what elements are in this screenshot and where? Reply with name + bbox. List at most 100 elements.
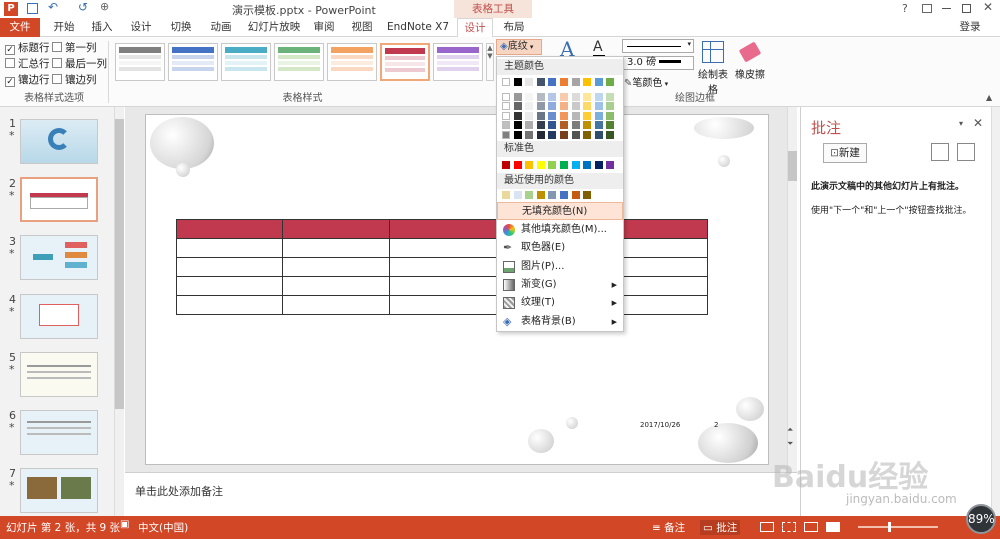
- standard-color-swatch[interactable]: [606, 161, 615, 169]
- slide-thumbnail-2-selected[interactable]: [20, 177, 98, 222]
- table-row[interactable]: [176, 238, 708, 258]
- spellcheck-icon[interactable]: ▣: [120, 519, 129, 530]
- color-swatch[interactable]: [548, 121, 557, 129]
- color-swatch[interactable]: [502, 78, 510, 86]
- standard-color-swatch[interactable]: [560, 161, 568, 169]
- color-swatch[interactable]: [571, 111, 580, 120]
- option-banded-rows[interactable]: ✓ 镶边行: [5, 72, 50, 88]
- next-comment-icon[interactable]: [957, 143, 975, 161]
- current-slide[interactable]: 2017/10/26 2: [145, 114, 769, 465]
- option-first-column[interactable]: 第一列: [52, 40, 97, 56]
- color-swatch[interactable]: [502, 92, 510, 101]
- language-status[interactable]: 中文(中国): [138, 520, 188, 535]
- color-swatch[interactable]: [502, 111, 510, 120]
- color-swatch[interactable]: [525, 92, 534, 101]
- slide-thumbnail-7[interactable]: [20, 468, 98, 513]
- standard-color-swatch[interactable]: [594, 161, 603, 169]
- color-swatch[interactable]: [536, 111, 545, 120]
- color-swatch[interactable]: [560, 92, 568, 101]
- color-swatch[interactable]: [606, 102, 615, 110]
- recent-color-swatch[interactable]: [571, 191, 580, 199]
- previous-comment-icon[interactable]: [931, 143, 949, 161]
- color-swatch[interactable]: [513, 111, 522, 120]
- recent-color-swatch[interactable]: [525, 191, 534, 199]
- option-banded-columns[interactable]: 镶边列: [52, 72, 97, 88]
- new-comment-button[interactable]: ⊡新建: [823, 143, 867, 163]
- slide-thumbnail-6[interactable]: [20, 410, 98, 455]
- shading-button[interactable]: ◈底纹 ▾: [496, 39, 542, 55]
- table-style-green[interactable]: [274, 43, 324, 81]
- next-slide-icon[interactable]: ⏷: [787, 439, 793, 449]
- color-swatch[interactable]: [606, 92, 615, 101]
- pen-color-button[interactable]: ✎笔颜色 ▾: [624, 74, 668, 89]
- table-style-purple[interactable]: [433, 43, 483, 81]
- picture-item[interactable]: 图片(P)...: [497, 258, 623, 276]
- color-swatch[interactable]: [583, 78, 592, 86]
- eyedropper-item[interactable]: ✒ 取色器(E): [497, 239, 623, 257]
- zoom-slider[interactable]: [858, 522, 938, 532]
- close-pane-icon[interactable]: ✕: [973, 116, 983, 130]
- tab-transitions[interactable]: 切换: [164, 18, 198, 37]
- pane-options-icon[interactable]: ▾: [959, 119, 963, 128]
- tab-design[interactable]: 设计: [124, 18, 158, 37]
- color-swatch[interactable]: [594, 102, 603, 110]
- pen-style-select[interactable]: ▾: [622, 39, 694, 53]
- gradient-item[interactable]: 渐变(G) ▶: [497, 276, 623, 294]
- collapse-ribbon-icon[interactable]: ▲: [986, 93, 992, 102]
- color-swatch[interactable]: [548, 92, 557, 101]
- notes-placeholder[interactable]: 单击此处添加备注: [135, 483, 223, 499]
- notes-toggle-button[interactable]: ≡ 备注: [652, 520, 685, 535]
- option-last-column[interactable]: 最后一列: [52, 56, 107, 72]
- color-swatch[interactable]: [536, 102, 545, 110]
- standard-color-swatch[interactable]: [513, 161, 522, 169]
- tab-view[interactable]: 视图: [346, 18, 378, 37]
- undo-icon[interactable]: ↶: [48, 0, 58, 14]
- color-swatch[interactable]: [502, 130, 510, 139]
- standard-color-swatch[interactable]: [502, 161, 510, 169]
- table-row[interactable]: [176, 295, 708, 315]
- table-row[interactable]: [176, 276, 708, 296]
- tab-insert[interactable]: 插入: [86, 18, 118, 37]
- color-swatch[interactable]: [560, 78, 568, 86]
- color-swatch[interactable]: [583, 102, 592, 110]
- color-swatch[interactable]: [606, 130, 615, 139]
- recent-color-swatch[interactable]: [502, 191, 510, 199]
- color-swatch[interactable]: [560, 102, 568, 110]
- color-swatch[interactable]: [571, 92, 580, 101]
- option-total-row[interactable]: 汇总行: [5, 56, 50, 72]
- standard-color-swatch[interactable]: [536, 161, 545, 169]
- tab-table-design[interactable]: 设计: [457, 18, 493, 37]
- color-swatch[interactable]: [594, 121, 603, 129]
- table-background-item[interactable]: ◈ 表格背景(B) ▶: [497, 313, 623, 331]
- color-swatch[interactable]: [513, 121, 522, 129]
- recent-color-swatch[interactable]: [560, 191, 568, 199]
- draw-table-button[interactable]: 绘制表格: [696, 39, 730, 96]
- ribbon-display-icon[interactable]: [922, 4, 932, 13]
- recent-color-swatch[interactable]: [583, 191, 592, 199]
- customize-qat-icon[interactable]: ⊕: [100, 0, 109, 13]
- color-swatch[interactable]: [513, 102, 522, 110]
- recent-color-swatch[interactable]: [548, 191, 557, 199]
- tab-review[interactable]: 审阅: [308, 18, 340, 37]
- color-swatch[interactable]: [513, 78, 522, 86]
- option-header-row[interactable]: ✓ 标题行: [5, 40, 50, 56]
- color-swatch[interactable]: [571, 102, 580, 110]
- table-style-gray[interactable]: [115, 43, 165, 81]
- slide-table[interactable]: [176, 219, 708, 315]
- close-icon[interactable]: ✕: [983, 0, 993, 14]
- texture-item[interactable]: 纹理(T) ▶: [497, 294, 623, 312]
- color-swatch[interactable]: [606, 111, 615, 120]
- color-swatch[interactable]: [571, 78, 580, 86]
- color-swatch[interactable]: [606, 121, 615, 129]
- minimize-icon[interactable]: [942, 8, 951, 9]
- notes-pane[interactable]: 单击此处添加备注: [125, 472, 797, 516]
- color-swatch[interactable]: [502, 102, 510, 110]
- table-header-row[interactable]: [176, 219, 708, 239]
- color-swatch[interactable]: [571, 121, 580, 129]
- help-icon[interactable]: ?: [902, 2, 908, 15]
- table-style-teal[interactable]: [221, 43, 271, 81]
- color-swatch[interactable]: [525, 78, 534, 86]
- color-swatch[interactable]: [502, 121, 510, 129]
- thumbnails-scrollbar[interactable]: [114, 107, 124, 516]
- slide-thumbnail-1[interactable]: [20, 119, 98, 164]
